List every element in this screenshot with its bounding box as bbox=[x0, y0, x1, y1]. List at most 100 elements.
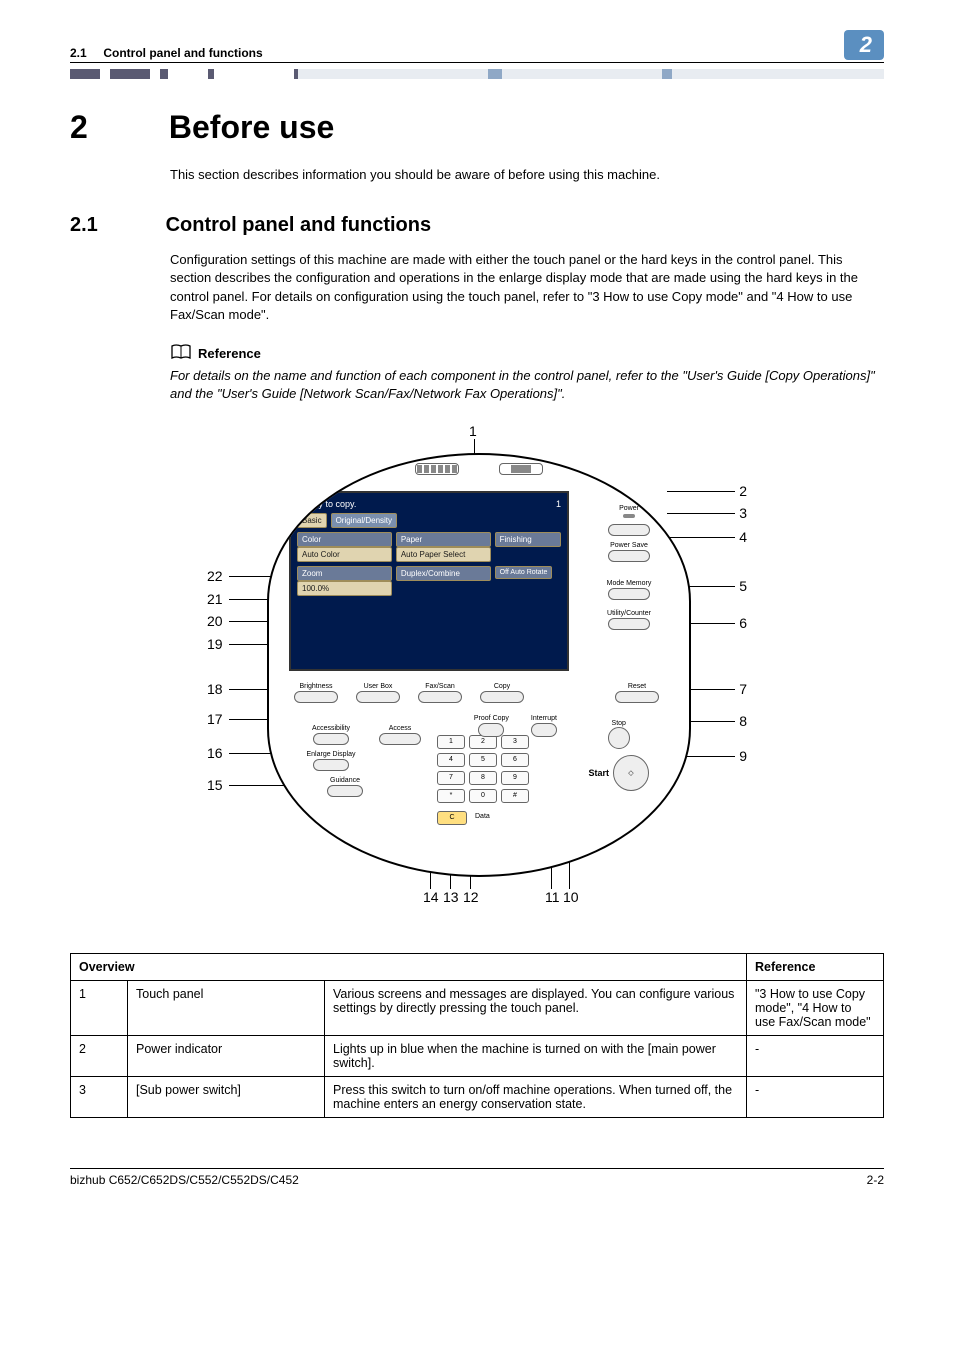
callout-10: 10 bbox=[563, 889, 579, 905]
callout-5: 5 bbox=[739, 578, 747, 594]
callout-6: 6 bbox=[739, 615, 747, 631]
key-8[interactable]: 8 bbox=[469, 771, 497, 785]
vent-icon bbox=[415, 463, 543, 475]
reset-key[interactable]: Reset bbox=[615, 683, 659, 704]
control-panel-diagram: 1 2 3 4 5 6 7 8 9 22 21 20 19 18 17 16 1… bbox=[207, 423, 747, 923]
chapter-badge: 2 bbox=[844, 30, 884, 60]
footer-page: 2-2 bbox=[867, 1173, 884, 1187]
cell-desc: Various screens and messages are display… bbox=[325, 981, 747, 1036]
numeric-keypad[interactable]: 1 2 3 4 5 6 7 8 9 * 0 # C bbox=[437, 725, 529, 825]
key-7[interactable]: 7 bbox=[437, 771, 465, 785]
accessibility-key[interactable]: Accessibility bbox=[299, 725, 363, 745]
screen-rotate[interactable]: Off Auto Rotate bbox=[495, 566, 553, 579]
key-5[interactable]: 5 bbox=[469, 753, 497, 767]
callout-2: 2 bbox=[739, 483, 747, 499]
key-6[interactable]: 6 bbox=[501, 753, 529, 767]
book-icon bbox=[170, 344, 192, 363]
footer-model: bizhub C652/C652DS/C552/C552DS/C452 bbox=[70, 1173, 299, 1187]
reference-text: For details on the name and function of … bbox=[170, 367, 884, 403]
interrupt-key[interactable]: Interrupt bbox=[531, 715, 557, 737]
chapter-number: 2 bbox=[70, 109, 160, 146]
callout-7: 7 bbox=[739, 681, 747, 697]
overview-table: Overview Reference 1 Touch panel Various… bbox=[70, 953, 884, 1118]
screen-paper-value[interactable]: Auto Paper Select bbox=[396, 547, 491, 562]
clear-key[interactable]: C bbox=[437, 811, 467, 825]
header-section-number: 2.1 bbox=[70, 46, 87, 60]
brightness-key[interactable]: Brightness bbox=[294, 683, 338, 703]
callout-14: 14 bbox=[423, 889, 439, 905]
screen-duplex-label[interactable]: Duplex/Combine bbox=[396, 566, 491, 581]
reference-label: Reference bbox=[198, 346, 261, 361]
callout-11: 11 bbox=[545, 889, 560, 905]
key-4[interactable]: 4 bbox=[437, 753, 465, 767]
start-key[interactable]: ◇ bbox=[613, 755, 649, 791]
th-reference: Reference bbox=[747, 954, 884, 981]
cell-ref: - bbox=[747, 1077, 884, 1118]
key-hash[interactable]: # bbox=[501, 789, 529, 803]
key-1[interactable]: 1 bbox=[437, 735, 465, 749]
callout-16: 16 bbox=[207, 745, 223, 761]
table-row: 2 Power indicator Lights up in blue when… bbox=[71, 1036, 884, 1077]
running-header: 2.1 Control panel and functions 2 bbox=[70, 30, 884, 63]
reference-heading: Reference bbox=[170, 344, 884, 363]
cell-desc: Press this switch to turn on/off machine… bbox=[325, 1077, 747, 1118]
callout-9: 9 bbox=[739, 748, 747, 764]
stop-key[interactable] bbox=[608, 727, 630, 749]
key-0[interactable]: 0 bbox=[469, 789, 497, 803]
enlarge-display-key[interactable]: Enlarge Display bbox=[299, 751, 363, 771]
screen-zoom-label: Zoom bbox=[297, 566, 392, 581]
decorative-bar bbox=[70, 69, 884, 79]
cell-num: 3 bbox=[71, 1077, 128, 1118]
callout-22: 22 bbox=[207, 568, 223, 584]
chapter-intro: This section describes information you s… bbox=[170, 166, 884, 184]
proof-copy-key[interactable]: Proof Copy bbox=[474, 715, 509, 737]
screen-paper-label: Paper bbox=[396, 532, 491, 547]
chapter-heading: 2 Before use bbox=[70, 109, 884, 146]
cell-num: 1 bbox=[71, 981, 128, 1036]
screen-color-value[interactable]: Auto Color bbox=[297, 547, 392, 562]
callout-15: 15 bbox=[207, 777, 223, 793]
key-2[interactable]: 2 bbox=[469, 735, 497, 749]
screen-finishing[interactable]: Finishing bbox=[495, 532, 561, 547]
key-star[interactable]: * bbox=[437, 789, 465, 803]
data-indicator: Data bbox=[475, 813, 490, 820]
stop-label: Stop bbox=[588, 720, 649, 727]
callout-8: 8 bbox=[739, 713, 747, 729]
copy-key[interactable]: Copy bbox=[480, 683, 524, 703]
userbox-key[interactable]: User Box bbox=[356, 683, 400, 703]
cell-name: Power indicator bbox=[128, 1036, 325, 1077]
cell-num: 2 bbox=[71, 1036, 128, 1077]
callout-21: 21 bbox=[207, 591, 223, 607]
callout-19: 19 bbox=[207, 636, 223, 652]
utility-counter-key[interactable]: Utility/Counter bbox=[589, 610, 669, 630]
mode-memory-key[interactable]: Mode Memory bbox=[589, 580, 669, 600]
header-section-title: Control panel and functions bbox=[103, 46, 262, 60]
callout-4: 4 bbox=[739, 529, 747, 545]
faxscan-key[interactable]: Fax/Scan bbox=[418, 683, 462, 703]
cell-ref: "3 How to use Copy mode", "4 How to use … bbox=[747, 981, 884, 1036]
cell-ref: - bbox=[747, 1036, 884, 1077]
callout-18: 18 bbox=[207, 681, 223, 697]
power-save-key[interactable]: Power Save bbox=[589, 542, 669, 562]
page-footer: bizhub C652/C652DS/C552/C552DS/C452 2-2 bbox=[70, 1168, 884, 1187]
key-3[interactable]: 3 bbox=[501, 735, 529, 749]
cell-desc: Lights up in blue when the machine is tu… bbox=[325, 1036, 747, 1077]
screen-zoom-value[interactable]: 100.0% bbox=[297, 581, 392, 596]
screen-count: 1 bbox=[556, 499, 561, 509]
touch-panel[interactable]: Ready to copy. 1 Basic Original/Density … bbox=[289, 491, 569, 671]
callout-3: 3 bbox=[739, 505, 747, 521]
panel-outline: Ready to copy. 1 Basic Original/Density … bbox=[267, 453, 691, 877]
callout-1: 1 bbox=[469, 423, 477, 439]
sub-power-switch[interactable] bbox=[589, 524, 669, 536]
section-number: 2.1 bbox=[70, 214, 160, 237]
cell-name: Touch panel bbox=[128, 981, 325, 1036]
callout-12: 12 bbox=[463, 889, 479, 905]
tab-original-density[interactable]: Original/Density bbox=[331, 513, 397, 528]
guidance-key[interactable]: Guidance bbox=[327, 777, 363, 797]
table-row: 3 [Sub power switch] Press this switch t… bbox=[71, 1077, 884, 1118]
key-9[interactable]: 9 bbox=[501, 771, 529, 785]
access-key[interactable]: Access bbox=[379, 725, 421, 745]
tab-basic[interactable]: Basic bbox=[297, 513, 327, 528]
section-heading: 2.1 Control panel and functions bbox=[70, 214, 884, 237]
power-indicator: Power bbox=[589, 505, 669, 518]
